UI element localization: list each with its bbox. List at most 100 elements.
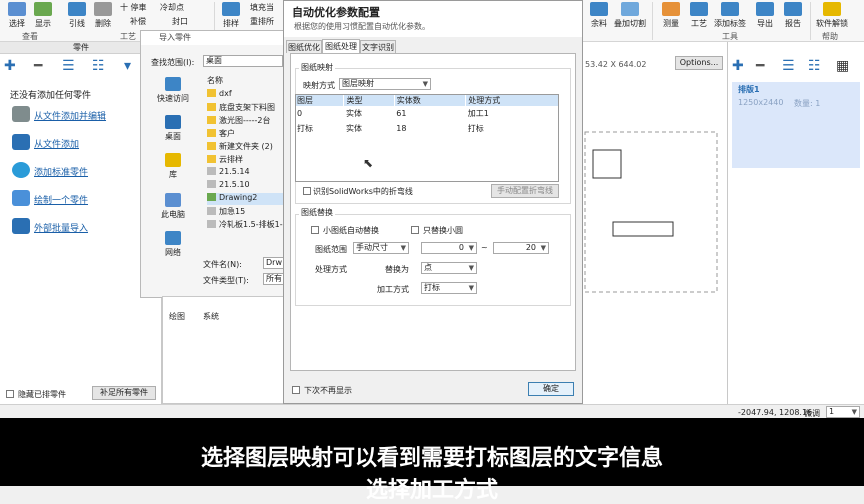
list-icon[interactable]: ☰ [62,58,75,74]
manual-bend-button[interactable]: 手动配置折弯线 [491,184,559,198]
remove-icon[interactable]: ━ [756,58,764,74]
replace-as-select[interactable]: 点 ▼ [421,262,477,274]
file-list-item[interactable]: 21.5.14 [207,167,250,179]
cooling-point-item[interactable]: 冷却点 [160,2,184,13]
display-icon [34,2,52,16]
options-button[interactable]: Options... [675,56,723,70]
range-to-spinner[interactable]: 20 ▼ [493,242,549,254]
identify-bend-checkbox[interactable] [303,187,311,195]
grid-icon[interactable]: ▦ [836,58,849,74]
nest-button[interactable]: 排样 [216,2,246,29]
file-list-item[interactable]: dxf [207,89,232,101]
lead-icon [68,2,86,16]
nav-quick-access[interactable]: 快速访问 [147,77,199,104]
process-mode-select[interactable]: 打标 ▼ [421,282,477,294]
no-show-checkbox[interactable] [292,386,300,394]
sheet-panel: ✚ ━ ☰ ☷ ▦ 排版1 1250x2440 数量: 1 [727,42,864,404]
file-list-item[interactable]: 客户 [207,128,235,140]
range-separator: ~ [481,243,488,252]
file-list-item-selected[interactable]: Drawing2 [207,193,283,205]
stop-item[interactable]: 十 停車 [120,2,147,13]
tab-drawing-optimize[interactable]: 图纸优化 [286,40,322,53]
mapping-mode-label: 映射方式 [303,81,335,90]
file-list-item[interactable]: 新建文件夹 (2) [207,141,273,153]
table-row[interactable]: 0 实体 61 加工1 [295,106,559,121]
chevron-down-icon: ▼ [468,264,474,272]
chevron-down-icon: ▼ [468,244,474,252]
subtitle-line-2: 选择加工方式 [365,478,498,503]
unlock-button[interactable]: 软件解锁 [814,2,850,29]
chevron-down-icon: ▼ [468,284,474,292]
measure-button[interactable]: 测量 [656,2,686,29]
video-subtitle: 选择图层映射可以看到需要打标图层的文字信息 选择加工方式 [0,418,864,503]
tab-draw[interactable]: 绘图 [169,311,185,322]
table-header-row: 图层 类型 实体数 处理方式 [295,94,559,106]
small-auto-checkbox[interactable] [311,226,319,234]
filetype-select[interactable]: 所有 [263,273,285,285]
ok-button[interactable]: 确定 [528,382,574,396]
identify-bend-label: 识别SolidWorks中的折弯线 [313,187,413,196]
remnant-button[interactable]: 余料 [584,2,614,29]
report-button[interactable]: 报告 [778,2,808,29]
range-from-spinner[interactable]: 0 ▼ [421,242,477,254]
sheet-item-selected[interactable]: 排版1 1250x2440 数量: 1 [732,82,860,168]
process-cell[interactable]: 打标 [466,121,559,136]
nav-library[interactable]: 库 [147,153,199,180]
parts-panel-title: 零件 [0,42,162,54]
dwg-file-icon [207,167,216,175]
sort-icon[interactable]: ☷ [808,58,821,74]
file-list-item[interactable]: 底盘支架下料图 [207,102,275,114]
nudge-step-select[interactable]: 1 ▼ [826,406,860,418]
file-list-item[interactable]: 21.5.10 [207,180,250,192]
compensation-item[interactable]: 补偿 [130,16,146,27]
export-button[interactable]: 导出 [750,2,780,29]
file-list-item[interactable]: 加急15 [207,206,245,218]
chevron-down-icon[interactable]: ▾ [124,58,131,74]
process-icon [690,2,708,16]
process-button[interactable]: 工艺 [684,2,714,29]
log-panel: 绘图 系统 [162,296,284,404]
part-shape [612,221,674,237]
nav-network[interactable]: 网络 [147,231,199,258]
list-icon[interactable]: ☰ [782,58,795,74]
empty-parts-text: 还没有添加任何零件 [10,91,92,101]
process-cell[interactable]: 加工1 [466,106,559,121]
tab-drawing-process[interactable]: 图纸处理 [322,39,360,53]
nav-desktop[interactable]: 桌面 [147,115,199,142]
file-list-item[interactable]: 云排样 [207,154,243,166]
overlay-cut-button[interactable]: 叠加切割 [612,2,648,29]
sort-icon[interactable]: ☷ [92,58,105,74]
tab-text-recognition[interactable]: 文字识别 [360,40,396,53]
file-list-item[interactable]: 激光图-----2台 [207,115,271,127]
rearrange-item[interactable]: 重排所 [250,16,274,27]
fill-all-parts-button[interactable]: 补足所有零件 [92,386,156,400]
seal-item[interactable]: 封口 [172,16,188,27]
tab-system[interactable]: 系统 [203,311,219,322]
range-mode-select[interactable]: 手动尺寸 ▼ [353,242,409,254]
delete-icon [94,2,112,16]
parts-panel: 零件 ✚ ━ ☰ ☷ ▾ 还没有添加任何零件 从文件添加并编辑 从文件添加 添加… [0,42,162,404]
delete-button[interactable]: 删除 [88,2,118,29]
table-row[interactable]: 打标 实体 18 打标 [295,121,559,136]
hide-nested-checkbox[interactable] [6,390,14,398]
batch-import-icon [12,218,30,234]
fill-item[interactable]: 填充当 [250,2,274,13]
filetype-label: 文件类型(T): [203,276,249,285]
remove-icon[interactable]: ━ [34,58,42,74]
import-dialog-title: 导入零件 [141,31,285,45]
file-list-item[interactable]: 冷轧板1.5-排板1- [207,219,283,231]
only-small-circle-checkbox[interactable] [411,226,419,234]
nav-this-pc[interactable]: 此电脑 [147,193,199,220]
pencil-icon [12,190,30,206]
mapping-mode-select[interactable]: 图层映射 ▼ [339,78,431,90]
lookin-select[interactable]: 桌面 [203,55,283,67]
show-button[interactable]: 显示 [28,2,58,29]
remnant-icon [590,2,608,16]
add-icon[interactable]: ✚ [732,58,744,74]
gear-icon [12,106,30,122]
range-label: 图纸范围 [315,245,347,254]
add-icon[interactable]: ✚ [4,58,16,74]
drawing-canvas[interactable]: 53.42 X 644.02 Options... [583,42,727,404]
add-label-button[interactable]: 添加标签 [712,2,748,29]
filename-input[interactable]: Drw [263,257,285,269]
